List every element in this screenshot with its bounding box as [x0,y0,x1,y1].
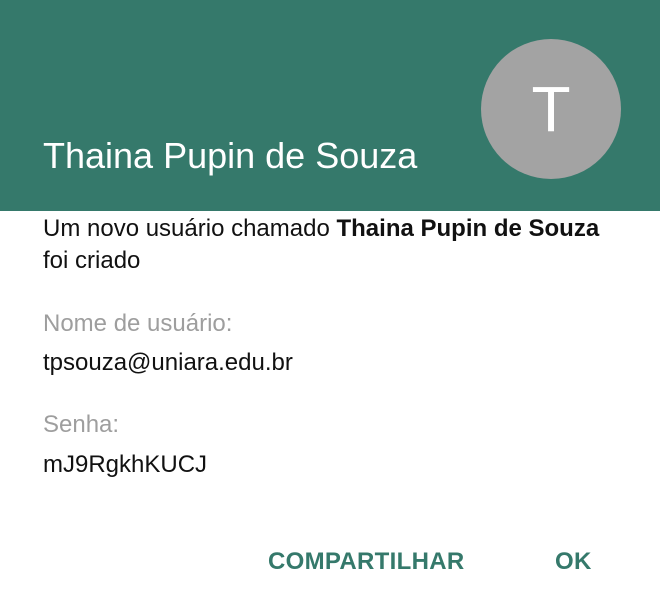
message-user-name: Thaina Pupin de Souza [336,215,600,242]
dialog-header: Thaina Pupin de Souza T [0,0,660,211]
user-created-dialog: Thaina Pupin de Souza T Um novo usuário … [0,0,660,607]
dialog-body: Um novo usuário chamado Thaina Pupin de … [43,213,623,277]
created-message: Um novo usuário chamado Thaina Pupin de … [43,213,623,277]
share-button[interactable]: COMPARTILHAR [268,540,464,584]
message-prefix: Um novo usuário chamado [43,215,337,242]
dialog-title: Thaina Pupin de Souza [43,135,418,176]
avatar: T [481,39,621,179]
ok-button[interactable]: OK [555,540,592,584]
username-value: tpsouza@uniara.edu.br [43,349,293,376]
message-suffix: foi criado [43,247,141,274]
password-label: Senha: [43,411,120,438]
password-value: mJ9RgkhKUCJ [43,451,208,478]
dialog-actions: COMPARTILHAR OK [0,540,660,584]
username-label: Nome de usuário: [43,310,233,337]
